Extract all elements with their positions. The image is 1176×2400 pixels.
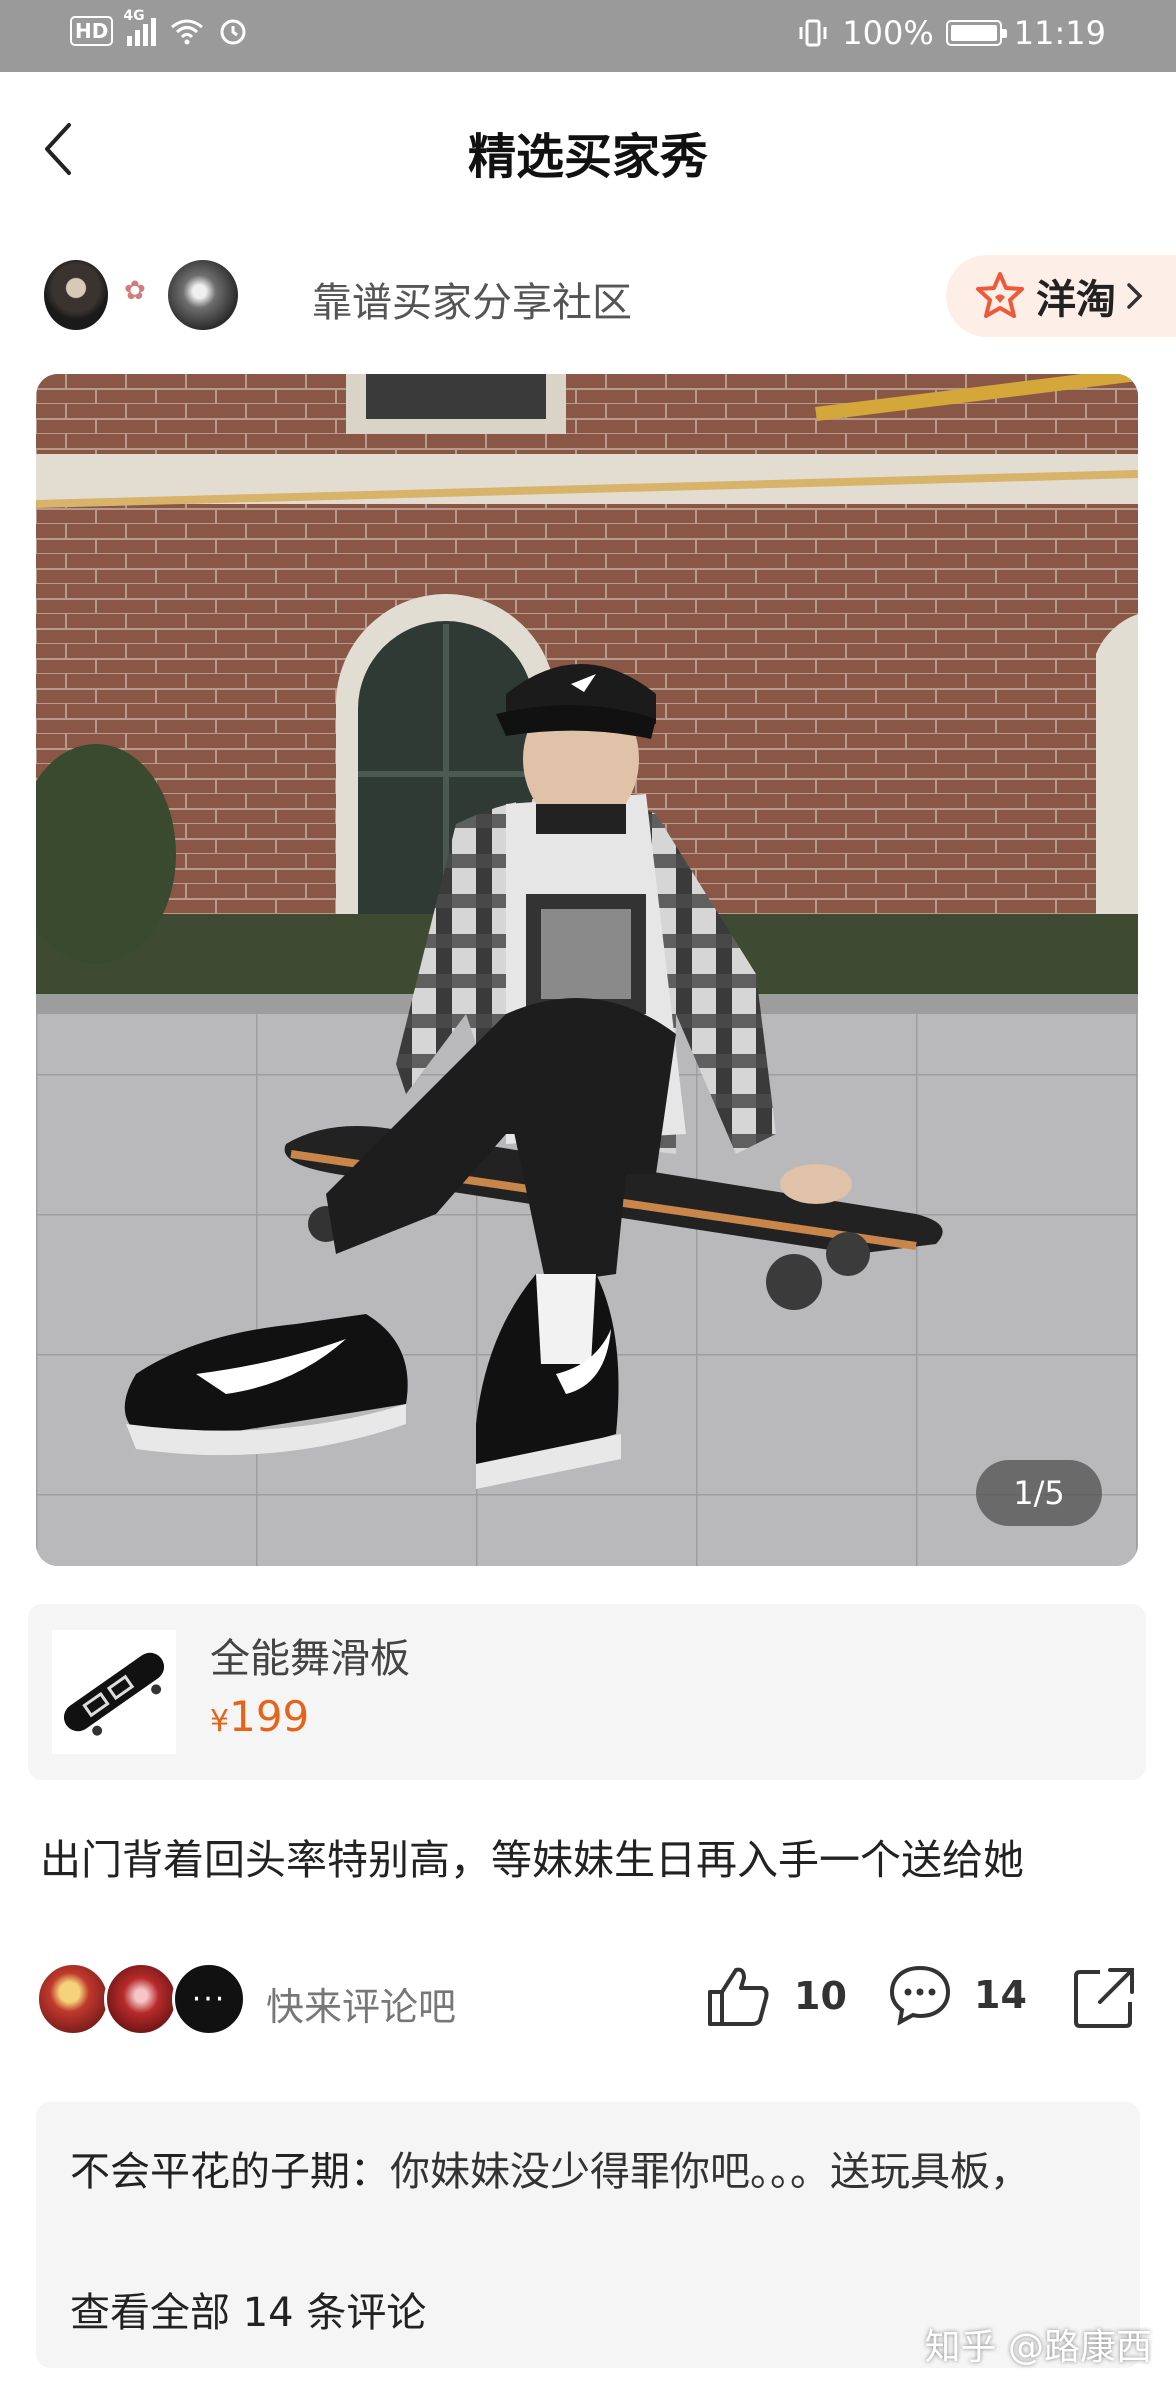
taojie-entry-button[interactable]: 洋淘 <box>946 255 1176 337</box>
share-icon <box>1074 1968 1134 2028</box>
like-count: 10 <box>794 1974 847 2018</box>
hd-icon: HD <box>70 16 114 46</box>
commenter-avatar[interactable] <box>104 1962 178 2036</box>
taojie-label: 洋淘 <box>1036 277 1116 323</box>
wifi-icon <box>171 19 204 45</box>
photo-page-indicator: 1/5 <box>976 1460 1102 1526</box>
vibrate-icon <box>799 19 827 47</box>
product-name: 全能舞滑板 <box>210 1636 410 1682</box>
post-photo[interactable]: 1/5 <box>36 374 1138 1566</box>
status-bar: HD 4G 100% 11:19 <box>0 0 1176 72</box>
alarm-icon <box>220 19 246 45</box>
like-button[interactable]: 10 <box>706 1964 847 2028</box>
watermark: 知乎 @路康西 <box>924 2327 1152 2368</box>
community-row: ✿ 靠谱买家分享社区 洋淘 <box>0 240 1176 350</box>
product-thumbnail <box>52 1630 176 1754</box>
battery-percent: 100% <box>842 14 934 52</box>
share-button[interactable] <box>1072 1966 1136 2034</box>
avatar[interactable] <box>168 260 238 330</box>
page-title: 精选买家秀 <box>467 129 708 185</box>
status-right: 100% 11:19 <box>796 14 1106 52</box>
more-commenters-avatar[interactable]: ··· <box>172 1962 246 2036</box>
comment-button[interactable]: 14 <box>888 1964 1027 2026</box>
product-price: ¥199 <box>210 1692 309 1741</box>
battery-icon <box>945 20 1007 46</box>
view-all-comments-link[interactable]: 查看全部 14 条评论 <box>70 2280 426 2338</box>
comment-username[interactable]: 不会平花的子期： <box>70 2149 390 2195</box>
screen: HD 4G 100% 11:19 精选买家秀 ✿ 靠谱买家分享社区 洋淘 1/5… <box>0 0 1176 2400</box>
comment-prompt[interactable]: 快来评论吧 <box>266 1976 456 2031</box>
thumbs-up-icon <box>708 1967 769 2026</box>
comment-content: 你妹妹没少得罪你吧。。。送玩具板， <box>390 2149 1030 2195</box>
photo-illustration <box>36 374 1138 1566</box>
currency-symbol: ¥ <box>210 1704 230 1739</box>
interaction-row: ··· 快来评论吧 10 14 <box>0 1956 1176 2046</box>
flower-icon: ✿ <box>124 276 146 306</box>
comment-item: 不会平花的子期：你妹妹没少得罪你吧。。。送玩具板， <box>70 2140 1110 2204</box>
avatar[interactable] <box>44 260 108 330</box>
clock: 11:19 <box>1013 14 1106 52</box>
comment-bubble-icon <box>889 1965 951 2026</box>
product-card[interactable]: 全能舞滑板 ¥199 <box>28 1604 1146 1780</box>
network-type: 4G <box>123 8 145 24</box>
signal-icon: 4G <box>123 8 157 46</box>
comment-count: 14 <box>974 1973 1027 2017</box>
status-left: HD 4G <box>70 8 248 46</box>
price-value: 199 <box>229 1692 310 1741</box>
community-label: 靠谱买家分享社区 <box>312 280 632 326</box>
post-caption: 出门背着回头率特别高，等妹妹生日再入手一个送给她 <box>40 1836 1024 1884</box>
chevron-right-icon <box>1127 283 1143 309</box>
header: 精选买家秀 <box>0 72 1176 222</box>
star-heart-icon <box>976 272 1024 318</box>
skateboard-image <box>63 1652 165 1736</box>
more-dots: ··· <box>191 1981 227 2017</box>
commenter-avatar[interactable] <box>36 1962 110 2036</box>
